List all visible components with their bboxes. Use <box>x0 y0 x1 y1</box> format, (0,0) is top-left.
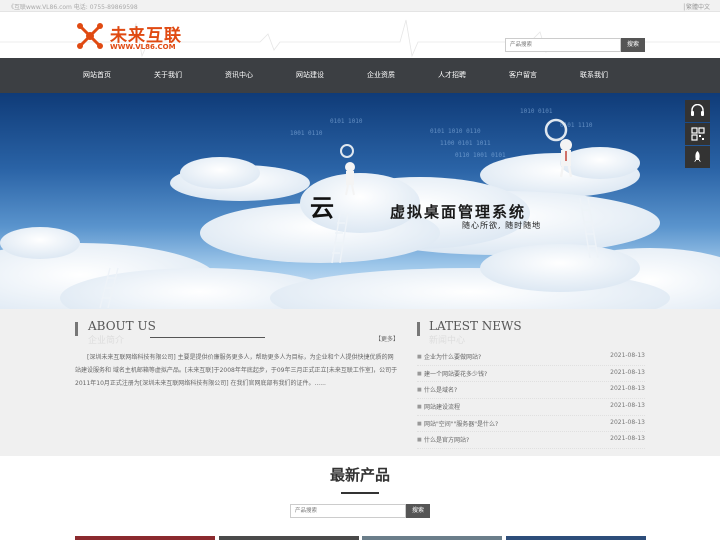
bullet-icon: ■ <box>417 370 422 377</box>
svg-text:1100 0101 1011: 1100 0101 1011 <box>440 140 491 147</box>
banner-title: 虚拟桌面管理系统 <box>390 203 527 221</box>
news-item[interactable]: ■ 什么是域名? 2021-08-13 <box>417 382 645 400</box>
nav-item-qualifications[interactable]: 企业资质 <box>346 58 416 93</box>
product-search: 搜索 <box>290 504 430 518</box>
news-item-title[interactable]: 建一个网站要花多少钱? <box>424 369 487 378</box>
news-item[interactable]: ■ 网站建设流程 2021-08-13 <box>417 399 645 416</box>
news-heading-bar <box>417 322 420 336</box>
site-logo[interactable]: 未来互联 WWW.VL86.COM <box>76 21 196 53</box>
news-item[interactable]: ■ 什么是官方网站? 2021-08-13 <box>417 432 645 450</box>
news-item-date: 2021-08-13 <box>610 385 645 393</box>
product-card[interactable] <box>362 536 502 540</box>
customer-service-button[interactable] <box>685 100 710 122</box>
about-heading-bar <box>75 322 78 336</box>
products-title-underline <box>341 492 379 494</box>
search-input[interactable] <box>505 38 621 52</box>
hero-banner[interactable]: 0101 1010 0110 1100 0101 1011 0110 1001 … <box>0 93 720 309</box>
site-header: 未来互联 WWW.VL86.COM 搜索 <box>0 12 720 58</box>
news-item-date: 2021-08-13 <box>610 435 645 443</box>
nav-item-careers[interactable]: 人才招聘 <box>417 58 487 93</box>
news-item[interactable]: ■ 网站"空间""服务器"是什么? 2021-08-13 <box>417 416 645 433</box>
banner-cloud-char: 云 <box>310 193 334 222</box>
product-card[interactable] <box>219 536 359 540</box>
news-item-title[interactable]: 什么是域名? <box>424 385 457 394</box>
news-subtitle: 新闻中心 <box>429 336 466 346</box>
bullet-icon: ■ <box>417 404 422 411</box>
top-bar: 《互联www.VL86.com 电话: 0755-89869598 │繁體中文 <box>0 0 720 12</box>
main-nav: 网站首页 关于我们 资讯中心 网站建设 企业资质 人才招聘 客户留言 联系我们 <box>0 58 720 93</box>
nav-item-contact[interactable]: 联系我们 <box>559 58 629 93</box>
bullet-icon: ■ <box>417 437 422 444</box>
headset-icon <box>691 104 704 116</box>
banner-subtitle: 随心所欲, 随时随地 <box>462 221 542 230</box>
products-title: 最新产品 <box>329 466 390 484</box>
cloud-scene-illustration: 0101 1010 0110 1100 0101 1011 0110 1001 … <box>0 108 720 309</box>
news-item-title[interactable]: 网站建设流程 <box>424 402 460 411</box>
product-search-button[interactable]: 搜索 <box>406 504 430 518</box>
logo-mark-icon <box>77 23 103 49</box>
floating-toolbar <box>685 100 710 169</box>
news-item-date: 2021-08-13 <box>610 418 645 426</box>
about-title: ABOUT US <box>88 319 156 333</box>
qrcode-icon <box>691 127 705 141</box>
svg-text:0101 1010: 0101 1010 <box>330 118 363 125</box>
news-item-title[interactable]: 企业为什么要做网站? <box>424 352 481 361</box>
news-list: ■ 企业为什么要做网站? 2021-08-13 ■ 建一个网站要花多少钱? 2021-0… <box>417 349 645 450</box>
news-item-date: 2021-08-13 <box>610 368 645 376</box>
header-search: 搜索 <box>505 38 645 52</box>
nav-item-home[interactable]: 网站首页 <box>62 58 132 93</box>
back-to-top-button[interactable] <box>685 146 710 168</box>
about-subtitle: 企业简介 <box>88 336 125 346</box>
product-card[interactable] <box>75 536 215 540</box>
bullet-icon: ■ <box>417 354 422 360</box>
svg-text:1010 0101: 1010 0101 <box>520 108 553 115</box>
news-title: LATEST NEWS <box>429 319 522 333</box>
about-text: [深圳未来互联网络科技有限公司] 主要是提供价廉服务更多人，帮助更多人为目标，为… <box>75 354 398 387</box>
news-item[interactable]: ■ 企业为什么要做网站? 2021-08-13 <box>417 349 645 366</box>
news-item-date: 2021-08-13 <box>610 352 645 359</box>
svg-text:0101 1010 0110: 0101 1010 0110 <box>430 128 481 135</box>
about-more-link[interactable]: 【更多】 <box>375 334 399 343</box>
language-switch-link[interactable]: │繁體中文 <box>682 2 710 11</box>
nav-item-website-building[interactable]: 网站建设 <box>275 58 345 93</box>
logo-url: WWW.VL86.COM <box>110 43 176 51</box>
search-button[interactable]: 搜索 <box>621 38 645 52</box>
bullet-icon: ■ <box>417 387 422 394</box>
product-card[interactable] <box>506 536 646 540</box>
bullet-icon: ■ <box>417 420 422 427</box>
about-divider <box>150 337 265 338</box>
product-search-input[interactable] <box>290 504 406 518</box>
qrcode-button[interactable] <box>685 123 710 145</box>
nav-item-news[interactable]: 资讯中心 <box>204 58 274 93</box>
rocket-icon <box>694 151 701 162</box>
svg-text:1001 0110: 1001 0110 <box>290 130 323 137</box>
news-item[interactable]: ■ 建一个网站要花多少钱? 2021-08-13 <box>417 366 645 383</box>
nav-item-about[interactable]: 关于我们 <box>133 58 203 93</box>
news-item-title[interactable]: 什么是官方网站? <box>424 435 469 444</box>
nav-item-guestbook[interactable]: 客户留言 <box>488 58 558 93</box>
news-item-date: 2021-08-13 <box>610 402 645 410</box>
news-item-title[interactable]: 网站"空间""服务器"是什么? <box>424 419 498 428</box>
contact-info: 《互联www.VL86.com 电话: 0755-89869598 <box>8 4 138 11</box>
svg-text:0110 1001 0101: 0110 1001 0101 <box>455 152 506 159</box>
